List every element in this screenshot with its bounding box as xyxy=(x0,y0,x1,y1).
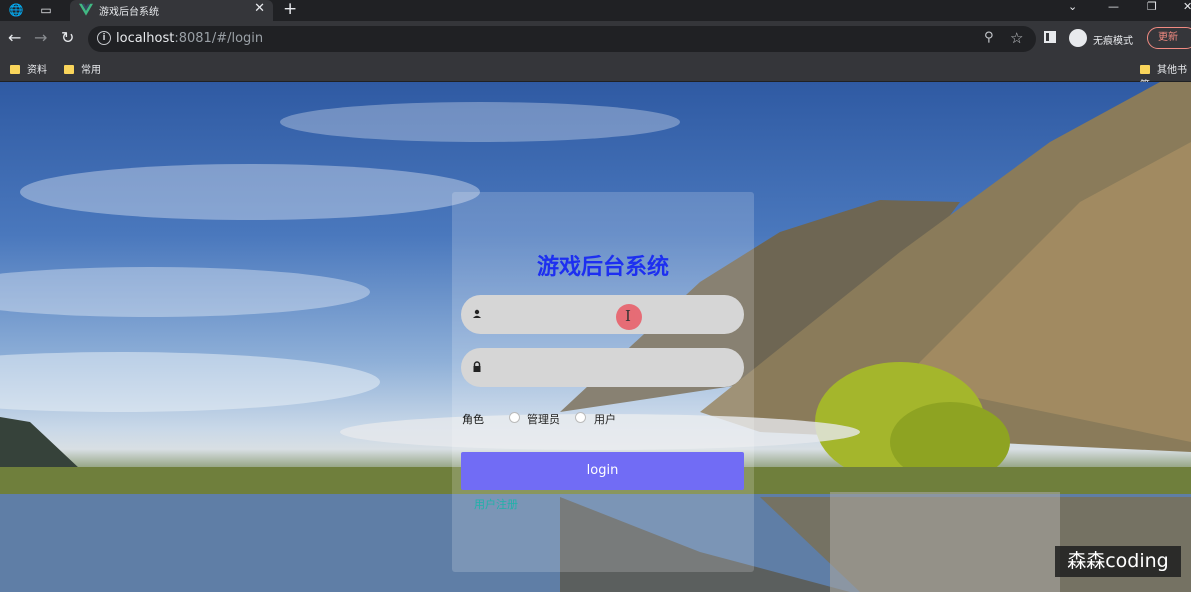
password-field[interactable] xyxy=(461,348,744,389)
watermark: 森森coding xyxy=(1055,546,1181,577)
register-link[interactable]: 用户注册 xyxy=(474,496,518,512)
login-card: 游戏后台系统 角色 管理员 用户 login 用户注册 xyxy=(452,192,754,572)
update-button[interactable]: 更新 xyxy=(1147,27,1191,49)
lock-icon xyxy=(473,361,481,372)
restore-icon[interactable]: ❐ xyxy=(1147,0,1157,13)
incognito-icon[interactable] xyxy=(1069,29,1087,47)
tab-list-icon[interactable]: ⌄ xyxy=(1068,0,1077,13)
role-user-label[interactable]: 用户 xyxy=(594,411,616,427)
incognito-label: 无痕模式 xyxy=(1093,36,1133,47)
close-window-icon[interactable]: ✕ xyxy=(1183,0,1191,13)
bookmark-star-icon[interactable]: ☆ xyxy=(1010,29,1023,47)
new-tab-button[interactable]: + xyxy=(283,0,297,19)
back-icon[interactable]: ← xyxy=(8,29,21,47)
username-input[interactable] xyxy=(489,295,733,336)
vue-logo-icon xyxy=(79,3,93,16)
toolbar: ← → ↻ i localhost:8081/#/login ⚲ ☆ 无痕模式 … xyxy=(0,21,1191,57)
tab-search-icon[interactable]: ▭ xyxy=(38,2,54,18)
role-selector: 角色 管理员 用户 xyxy=(462,411,745,427)
address-bar[interactable]: i localhost:8081/#/login ⚲ ☆ xyxy=(88,26,1036,52)
bookmarks-bar: 资料 常用 其他书签 xyxy=(0,57,1191,91)
bookmark-folder[interactable]: 常用 xyxy=(64,61,101,76)
forward-icon[interactable]: → xyxy=(34,29,47,47)
reload-icon[interactable]: ↻ xyxy=(61,29,74,47)
close-tab-icon[interactable]: ✕ xyxy=(254,1,265,16)
mouse-cursor-indicator xyxy=(616,304,642,330)
globe-icon[interactable]: 🌐 xyxy=(8,2,24,18)
side-panel-icon[interactable] xyxy=(1044,31,1056,43)
user-icon xyxy=(473,309,481,318)
folder-icon xyxy=(1140,65,1150,74)
info-icon[interactable]: i xyxy=(97,31,111,45)
url-text[interactable]: localhost:8081/#/login xyxy=(116,31,263,46)
login-button[interactable]: login xyxy=(461,452,744,490)
login-title: 游戏后台系统 xyxy=(536,255,669,280)
role-user-radio[interactable] xyxy=(575,412,586,423)
role-admin-label[interactable]: 管理员 xyxy=(527,411,560,427)
bookmark-folder[interactable]: 资料 xyxy=(10,61,47,76)
minimize-icon[interactable]: — xyxy=(1108,0,1119,13)
tab-title: 游戏后台系统 xyxy=(99,7,159,18)
tab-strip: 🌐 ▭ 游戏后台系统 ✕ + ⌄ — ❐ ✕ xyxy=(0,0,1191,21)
username-field[interactable] xyxy=(461,295,744,336)
folder-icon xyxy=(64,65,74,74)
role-label: 角色 xyxy=(462,413,484,426)
key-icon[interactable]: ⚲ xyxy=(984,30,994,45)
password-input[interactable] xyxy=(489,348,733,389)
login-page: 游戏后台系统 角色 管理员 用户 login 用户注册 xyxy=(0,82,1191,592)
tab-active[interactable]: 游戏后台系统 ✕ xyxy=(70,0,273,21)
role-admin-radio[interactable] xyxy=(509,412,520,423)
folder-icon xyxy=(10,65,20,74)
